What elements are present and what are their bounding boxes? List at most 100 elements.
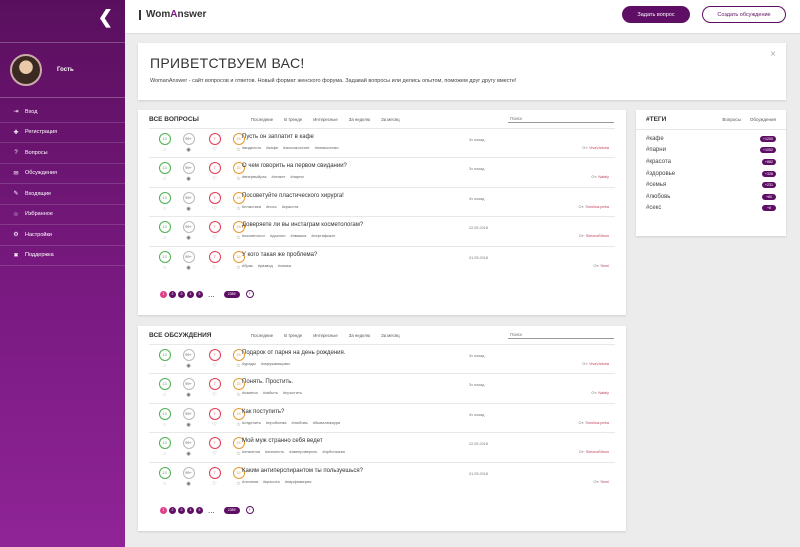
- sidebar-item-0[interactable]: ⇥ Вход: [0, 102, 125, 123]
- tag-link[interactable]: #впервыйраз: [242, 174, 266, 179]
- author-link[interactable]: Semi: [600, 264, 609, 268]
- tag-link[interactable]: #семья: [278, 263, 291, 268]
- tag-link[interactable]: #парни: [290, 174, 303, 179]
- item-title[interactable]: Каким антиперспирантом ты пользуешься?: [242, 468, 363, 474]
- heart-icon[interactable]: ♡: [208, 422, 221, 428]
- search-input[interactable]: [508, 115, 614, 123]
- page-button-last[interactable]: 2389: [223, 290, 240, 298]
- page-button[interactable]: 4: [187, 290, 194, 298]
- eye-icon[interactable]: ◉: [182, 235, 195, 241]
- page-button[interactable]: 2: [169, 290, 176, 298]
- item-title[interactable]: Доверяете ли вы инстаграм косметологам?: [242, 222, 363, 228]
- tag-link[interactable]: #личема: [242, 479, 258, 484]
- author-link[interactable]: Smolina-petra: [585, 205, 609, 209]
- comment-icon[interactable]: ◌: [158, 422, 171, 428]
- item-title[interactable]: Пусть он заплатит в кафе: [242, 134, 314, 140]
- item-title[interactable]: У кого такая же проблема?: [242, 252, 317, 258]
- sidebar-item-1[interactable]: ✚ Регистрация: [0, 123, 125, 143]
- sidebar-item-7[interactable]: ✖ Поддержка: [0, 246, 125, 266]
- page-button[interactable]: 5: [196, 506, 203, 514]
- comment-icon[interactable]: ◌: [158, 481, 171, 487]
- item-title[interactable]: О чем говорить на первом свидании?: [242, 163, 347, 169]
- heart-icon[interactable]: ♡: [208, 363, 221, 369]
- logo[interactable]: WomAnswer: [139, 10, 206, 20]
- tag-link[interactable]: #забыть: [263, 390, 278, 395]
- eye-icon[interactable]: ◉: [182, 176, 195, 182]
- create-discussion-button[interactable]: Создать обсуждение: [702, 6, 786, 23]
- page-button[interactable]: 5: [196, 290, 203, 298]
- filter-tab[interactable]: В тренде: [284, 333, 302, 338]
- filter-tab[interactable]: За неделю: [349, 117, 370, 122]
- heart-icon[interactable]: ♡: [208, 206, 221, 212]
- heart-icon[interactable]: ♡: [208, 176, 221, 182]
- author-link[interactable]: Nataly: [598, 175, 609, 179]
- tag-link[interactable]: #пластика: [242, 204, 261, 209]
- heart-icon[interactable]: ♡: [208, 147, 221, 153]
- tag-name[interactable]: #любовь: [646, 194, 670, 200]
- tag-name[interactable]: #красота: [646, 159, 671, 165]
- heart-icon[interactable]: ♡: [208, 392, 221, 398]
- tag-link[interactable]: #косметолог: [242, 233, 265, 238]
- author-link[interactable]: SimonaSitnos: [586, 450, 609, 454]
- heart-icon[interactable]: ♡: [208, 235, 221, 241]
- ask-question-button[interactable]: Задать вопрос: [622, 6, 690, 23]
- chevron-left-icon[interactable]: ❮: [98, 8, 113, 26]
- tag-link[interactable]: #брак: [242, 263, 253, 268]
- filter-tab[interactable]: Последние: [251, 333, 273, 338]
- eye-icon[interactable]: ◉: [182, 481, 195, 487]
- avatar[interactable]: [10, 54, 42, 86]
- tag-link[interactable]: #урады: [242, 361, 256, 366]
- close-icon[interactable]: ×: [770, 49, 776, 60]
- eye-icon[interactable]: ◉: [182, 363, 195, 369]
- tag-link[interactable]: #немыслемо: [315, 145, 339, 150]
- eye-icon[interactable]: ◉: [182, 392, 195, 398]
- author-link[interactable]: VivaVictoria: [589, 362, 609, 366]
- author-link[interactable]: Nataly: [598, 391, 609, 395]
- comment-icon[interactable]: ◌: [158, 206, 171, 212]
- sidebar-item-5[interactable]: ☆ Избранное: [0, 205, 125, 225]
- chevron-right-icon[interactable]: ›: [245, 506, 254, 514]
- sidebar-item-2[interactable]: ? Вопросы: [0, 143, 125, 164]
- chevron-right-icon[interactable]: ›: [245, 290, 254, 298]
- page-button-last[interactable]: 2389: [223, 506, 240, 514]
- filter-tab[interactable]: За месяц: [381, 333, 399, 338]
- comment-icon[interactable]: ◌: [158, 176, 171, 182]
- eye-icon[interactable]: ◉: [182, 451, 195, 457]
- tag-link[interactable]: #доклон: [270, 233, 285, 238]
- tag-link[interactable]: #любовь: [291, 420, 307, 425]
- author-link[interactable]: Semi: [600, 480, 609, 484]
- tag-link[interactable]: #авепроверить: [289, 449, 317, 454]
- item-title[interactable]: Как поступить?: [242, 409, 284, 415]
- author-link[interactable]: Smolina-petra: [585, 421, 609, 425]
- tag-link[interactable]: #эвашка: [290, 233, 306, 238]
- tag-link[interactable]: #парфюмерия: [285, 479, 312, 484]
- sidebar-item-3[interactable]: ✉ Обсуждения: [0, 164, 125, 184]
- tag-name[interactable]: #парни: [646, 147, 666, 153]
- search-input[interactable]: [508, 331, 614, 339]
- page-button[interactable]: 3: [178, 506, 185, 514]
- filter-tab[interactable]: Интересные: [313, 333, 338, 338]
- tag-link[interactable]: #прбопъязю: [322, 449, 345, 454]
- tag-link[interactable]: #кафе: [266, 145, 278, 150]
- tag-link[interactable]: #окружающими: [261, 361, 290, 366]
- item-title[interactable]: Понять. Простить.: [242, 379, 293, 385]
- author-link[interactable]: VivaVictoria: [589, 146, 609, 150]
- comment-icon[interactable]: ◌: [158, 363, 171, 369]
- filter-tab[interactable]: За месяц: [381, 117, 399, 122]
- page-button[interactable]: 4: [187, 506, 194, 514]
- item-title[interactable]: Посоветуйте пластического хирурга!: [242, 193, 344, 199]
- item-title[interactable]: Подарок от парня на день рождения.: [242, 350, 345, 356]
- eye-icon[interactable]: ◉: [182, 147, 195, 153]
- tag-link[interactable]: #простить: [283, 390, 302, 395]
- comment-icon[interactable]: ◌: [158, 265, 171, 271]
- tag-link[interactable]: #бывалюкаури: [313, 420, 340, 425]
- heart-icon[interactable]: ♡: [208, 481, 221, 487]
- heart-icon[interactable]: ♡: [208, 451, 221, 457]
- sidebar-item-6[interactable]: ⚙ Настройки: [0, 225, 125, 246]
- tag-name[interactable]: #семья: [646, 182, 666, 188]
- page-button[interactable]: 2: [169, 506, 176, 514]
- tag-link[interactable]: #апплесть: [265, 449, 284, 454]
- filter-tab[interactable]: Последние: [251, 117, 273, 122]
- tag-link[interactable]: #красота: [263, 479, 280, 484]
- comment-icon[interactable]: ◌: [158, 235, 171, 241]
